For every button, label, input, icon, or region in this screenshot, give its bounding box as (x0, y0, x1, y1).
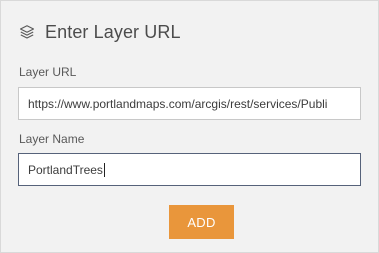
panel-header: Enter Layer URL (19, 19, 181, 45)
layer-name-input[interactable]: PortlandTrees (18, 153, 361, 186)
layer-url-input[interactable]: https://www.portlandmaps.com/arcgis/rest… (18, 87, 361, 120)
layer-name-label: Layer Name (19, 132, 85, 146)
layers-icon (19, 24, 35, 40)
layer-url-label: Layer URL (19, 65, 77, 79)
layer-url-value: https://www.portlandmaps.com/arcgis/rest… (28, 96, 328, 111)
enter-layer-url-panel: Enter Layer URL Layer URL https://www.po… (0, 0, 379, 253)
text-cursor (103, 162, 105, 177)
panel-title: Enter Layer URL (45, 21, 181, 42)
add-button[interactable]: ADD (169, 205, 234, 239)
layer-name-value: PortlandTrees (28, 162, 103, 177)
